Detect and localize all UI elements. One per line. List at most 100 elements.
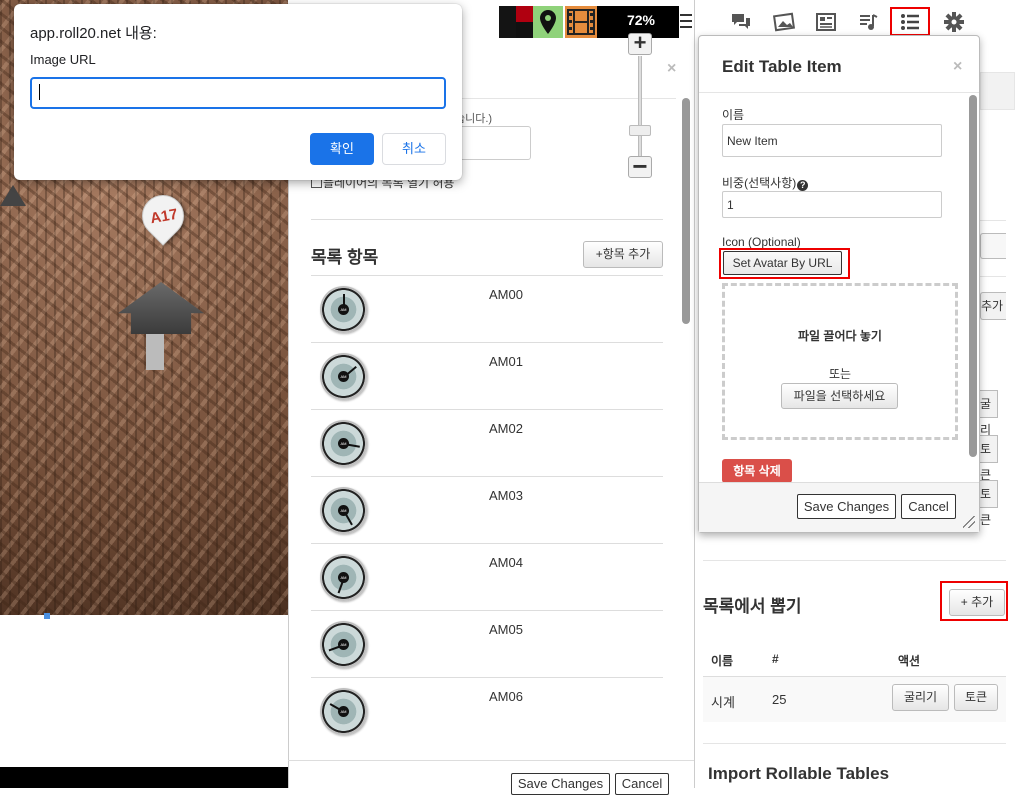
resize-handle-icon[interactable] xyxy=(963,516,975,528)
help-icon[interactable]: ? xyxy=(797,180,809,191)
table-item-label: AM00 xyxy=(489,287,523,302)
close-icon[interactable]: × xyxy=(667,60,676,78)
prompt-message: Image URL xyxy=(30,52,96,67)
text-caret xyxy=(39,84,40,100)
table-row: 시계 25 굴리기 토큰 xyxy=(703,677,1006,722)
table-item-label: AM04 xyxy=(489,555,523,570)
divider xyxy=(699,92,979,93)
journal-icon[interactable] xyxy=(812,8,840,36)
zoom-slider-handle[interactable] xyxy=(629,125,651,136)
map-tower-base xyxy=(146,334,164,370)
save-changes-button[interactable]: Save Changes xyxy=(511,773,610,795)
sidebar-panel xyxy=(980,72,1015,110)
table-item-row[interactable]: AM AM06 xyxy=(311,677,663,744)
cancel-button[interactable]: Cancel xyxy=(615,773,669,795)
image-url-input[interactable] xyxy=(30,77,446,109)
divider xyxy=(980,220,1006,221)
clock-icon: AM xyxy=(320,621,367,668)
scrollbar[interactable] xyxy=(969,95,977,457)
map-pin-icon[interactable] xyxy=(533,6,563,38)
zoom-in-button[interactable]: + xyxy=(628,32,652,55)
divider xyxy=(311,219,663,220)
row-count: 25 xyxy=(772,692,787,707)
sidebar-token-button[interactable]: 토큰 xyxy=(980,435,998,482)
add-item-button[interactable]: +항목 추가 xyxy=(583,241,663,268)
map-selection-handle[interactable] xyxy=(44,613,50,619)
cancel-button[interactable]: 취소 xyxy=(382,133,446,165)
hamburger-icon[interactable] xyxy=(680,14,692,30)
clock-hub: AM xyxy=(338,505,349,516)
settings-icon[interactable] xyxy=(940,8,968,36)
drop-text: 파일 끌어다 놓기 xyxy=(798,329,882,343)
sidebar-roll-button[interactable]: 굴리기 xyxy=(980,390,998,463)
clock-icon: AM xyxy=(320,353,367,400)
roll-from-list-heading: 목록에서 뽑기 xyxy=(703,597,802,616)
choose-file-button[interactable]: 파일을 선택하세요 xyxy=(781,383,898,409)
table-items-list: AM AM00 AM AM01 AM AM02 AM AM03 AM AM04 AM AM05 AM AM… xyxy=(311,275,663,744)
color-swatch-black[interactable] xyxy=(499,6,516,38)
import-tables-heading: Import Rollable Tables xyxy=(708,764,890,783)
film-icon[interactable] xyxy=(565,6,597,38)
clock-icon: AM xyxy=(320,420,367,467)
save-changes-button[interactable]: Save Changes xyxy=(797,494,896,519)
color-swatch-red[interactable] xyxy=(516,6,533,38)
divider xyxy=(703,743,1006,744)
token-button[interactable]: 토큰 xyxy=(954,684,998,711)
icon-label: Icon (Optional) xyxy=(722,235,801,249)
header-action: 액션 xyxy=(898,654,921,668)
table-items-heading: 목록 항목 xyxy=(311,248,379,267)
ok-button[interactable]: 확인 xyxy=(310,133,374,165)
color-swatch-white[interactable] xyxy=(486,6,498,38)
name-label: 이름 xyxy=(722,108,745,122)
clock-icon: AM xyxy=(320,487,367,534)
table-item-row[interactable]: AM AM03 xyxy=(311,476,663,543)
table-item-row[interactable]: AM AM01 xyxy=(311,342,663,409)
delete-item-button[interactable]: 항목 삭제 xyxy=(722,459,792,483)
name-input[interactable]: New Item xyxy=(722,124,942,157)
clock-hub: AM xyxy=(338,639,349,650)
table-item-label: AM01 xyxy=(489,354,523,369)
set-avatar-by-url-button[interactable]: Set Avatar By URL xyxy=(723,251,842,275)
divider xyxy=(703,560,1006,561)
scrollbar[interactable] xyxy=(682,98,690,324)
weight-input[interactable]: 1 xyxy=(722,191,942,218)
clock-hub: AM xyxy=(338,438,349,449)
or-text: 또는 xyxy=(828,367,852,381)
clock-hub: AM xyxy=(338,304,349,315)
chat-icon[interactable] xyxy=(727,8,755,36)
table-item-row[interactable]: AM AM00 xyxy=(311,275,663,342)
row-name: 시계 xyxy=(711,695,735,710)
art-library-icon[interactable] xyxy=(770,8,798,36)
clock-hub: AM xyxy=(338,706,349,717)
divider xyxy=(288,760,694,761)
sidebar-add-button[interactable]: 추가 xyxy=(980,292,1006,320)
divider xyxy=(980,276,1006,277)
header-count: # xyxy=(772,652,779,666)
add-table-button[interactable]: + 추가 xyxy=(949,589,1005,616)
rollable-tables-icon[interactable] xyxy=(890,7,930,36)
close-icon[interactable]: × xyxy=(953,58,962,76)
table-item-row[interactable]: AM AM04 xyxy=(311,543,663,610)
dialog-title: Edit Table Item xyxy=(722,57,842,76)
zoom-out-button[interactable]: − xyxy=(628,153,652,179)
table-item-label: AM02 xyxy=(489,421,523,436)
roll-button[interactable]: 굴리기 xyxy=(892,684,949,711)
cancel-button[interactable]: Cancel xyxy=(901,494,956,519)
sidebar-input[interactable] xyxy=(980,233,1006,259)
sidebar-token-button[interactable]: 토큰 xyxy=(980,480,998,527)
file-dropzone[interactable] xyxy=(722,283,958,440)
table-item-label: AM03 xyxy=(489,488,523,503)
weight-label-text: 비중(선택사항) xyxy=(722,176,797,190)
clock-icon: AM xyxy=(320,286,367,333)
zoom-slider-track[interactable] xyxy=(638,56,642,156)
clock-hub: AM xyxy=(338,371,349,382)
table-item-label: AM06 xyxy=(489,689,523,704)
jukebox-icon[interactable] xyxy=(854,8,882,36)
table-item-label: AM05 xyxy=(489,622,523,637)
table-header: 이름 # 액션 xyxy=(703,640,1006,677)
table-item-row[interactable]: AM AM05 xyxy=(311,610,663,677)
table-item-row[interactable]: AM AM02 xyxy=(311,409,663,476)
map-empty-area[interactable] xyxy=(0,615,288,767)
weight-label: 비중(선택사항)? xyxy=(722,174,809,191)
rollable-tables-table: 이름 # 액션 시계 25 굴리기 토큰 xyxy=(703,640,1006,722)
